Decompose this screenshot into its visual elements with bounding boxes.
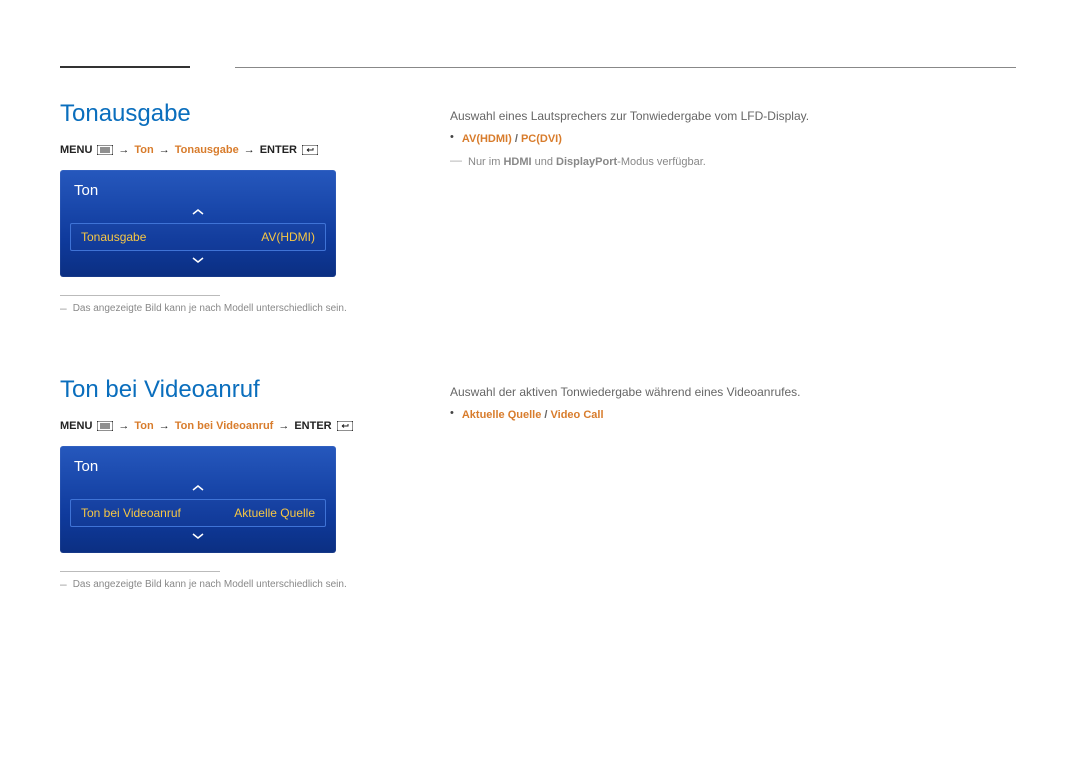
- arrow-icon: →: [159, 420, 170, 432]
- availability-hint: Nur im HDMI und DisplayPort-Modus verfüg…: [450, 153, 1026, 172]
- crumb-menu: MENU: [60, 420, 92, 432]
- osd-title: Ton: [60, 180, 336, 207]
- arrow-icon: →: [159, 144, 170, 156]
- hint-mid: und: [532, 156, 556, 168]
- option-aktuelle-quelle: Aktuelle Quelle: [462, 409, 541, 421]
- page: Tonausgabe MENU → Ton → Tonausgabe → ENT…: [0, 0, 1080, 763]
- hint-hdmi: HDMI: [503, 156, 531, 168]
- crumb-ton-bei-videoanruf: Ton bei Videoanruf: [175, 420, 274, 432]
- option-list: Aktuelle Quelle / Video Call: [450, 404, 1026, 425]
- hint-text: Nur im HDMI und DisplayPort-Modus verfüg…: [468, 153, 706, 172]
- hint-displayport: DisplayPort: [556, 156, 617, 168]
- left-column: Tonausgabe MENU → Ton → Tonausgabe → ENT…: [60, 100, 390, 316]
- hint-post: -Modus verfügbar.: [617, 156, 706, 168]
- footnote-text: Das angezeigte Bild kann je nach Modell …: [73, 578, 347, 592]
- section-tonausgabe: Tonausgabe MENU → Ton → Tonausgabe → ENT…: [60, 100, 1026, 316]
- osd-row-label: Tonausgabe: [81, 230, 146, 244]
- right-column: Auswahl eines Lautsprechers zur Tonwiede…: [450, 100, 1026, 172]
- osd-panel: Ton Tonausgabe AV(HDMI): [60, 170, 336, 277]
- enter-icon: [337, 421, 353, 431]
- footnote: Das angezeigte Bild kann je nach Modell …: [60, 578, 350, 592]
- crumb-enter: ENTER: [260, 144, 297, 156]
- crumb-tonausgabe: Tonausgabe: [175, 144, 239, 156]
- section-description: Auswahl der aktiven Tonwiedergabe währen…: [450, 382, 1026, 402]
- osd-row-value: AV(HDMI): [261, 230, 315, 244]
- option-list: AV(HDMI) / PC(DVI): [450, 128, 1026, 149]
- option-group: Aktuelle Quelle / Video Call: [462, 404, 604, 425]
- enter-icon: [302, 145, 318, 155]
- osd-row-label: Ton bei Videoanruf: [81, 506, 181, 520]
- footnote-rule: [60, 295, 220, 296]
- header-rule-short: [60, 66, 190, 68]
- arrow-icon: →: [118, 420, 129, 432]
- right-column: Auswahl der aktiven Tonwiedergabe währen…: [450, 376, 1026, 427]
- osd-row-value: Aktuelle Quelle: [234, 506, 315, 520]
- crumb-enter: ENTER: [294, 420, 331, 432]
- section-title: Ton bei Videoanruf: [60, 376, 390, 404]
- arrow-icon: →: [278, 420, 289, 432]
- chevron-down-icon[interactable]: [60, 255, 336, 267]
- hint-pre: Nur im: [468, 156, 503, 168]
- crumb-ton: Ton: [134, 144, 153, 156]
- option-group: AV(HDMI) / PC(DVI): [462, 128, 562, 149]
- arrow-icon: →: [244, 144, 255, 156]
- menu-icon: [97, 145, 113, 155]
- option-video-call: Video Call: [551, 409, 604, 421]
- section-title: Tonausgabe: [60, 100, 390, 128]
- footnote-text: Das angezeigte Bild kann je nach Modell …: [73, 302, 347, 316]
- osd-selected-row[interactable]: Ton bei Videoanruf Aktuelle Quelle: [70, 499, 326, 527]
- osd-selected-row[interactable]: Tonausgabe AV(HDMI): [70, 223, 326, 251]
- option-avhdmi: AV(HDMI): [462, 133, 512, 145]
- left-column: Ton bei Videoanruf MENU → Ton → Ton bei …: [60, 376, 390, 592]
- section-description: Auswahl eines Lautsprechers zur Tonwiede…: [450, 106, 1026, 126]
- section-ton-bei-videoanruf: Ton bei Videoanruf MENU → Ton → Ton bei …: [60, 376, 1026, 592]
- header-rule-long: [235, 67, 1016, 68]
- osd-title: Ton: [60, 456, 336, 483]
- chevron-up-icon[interactable]: [60, 207, 336, 219]
- footnote: Das angezeigte Bild kann je nach Modell …: [60, 302, 350, 316]
- option-pcdvi: PC(DVI): [521, 133, 562, 145]
- crumb-ton: Ton: [134, 420, 153, 432]
- chevron-up-icon[interactable]: [60, 483, 336, 495]
- breadcrumb: MENU → Ton → Ton bei Videoanruf → ENTER: [60, 420, 390, 432]
- breadcrumb: MENU → Ton → Tonausgabe → ENTER: [60, 144, 390, 156]
- chevron-down-icon[interactable]: [60, 531, 336, 543]
- footnote-rule: [60, 571, 220, 572]
- menu-icon: [97, 421, 113, 431]
- option-separator: /: [512, 133, 521, 145]
- crumb-menu: MENU: [60, 144, 92, 156]
- option-separator: /: [541, 409, 550, 421]
- arrow-icon: →: [118, 144, 129, 156]
- osd-panel: Ton Ton bei Videoanruf Aktuelle Quelle: [60, 446, 336, 553]
